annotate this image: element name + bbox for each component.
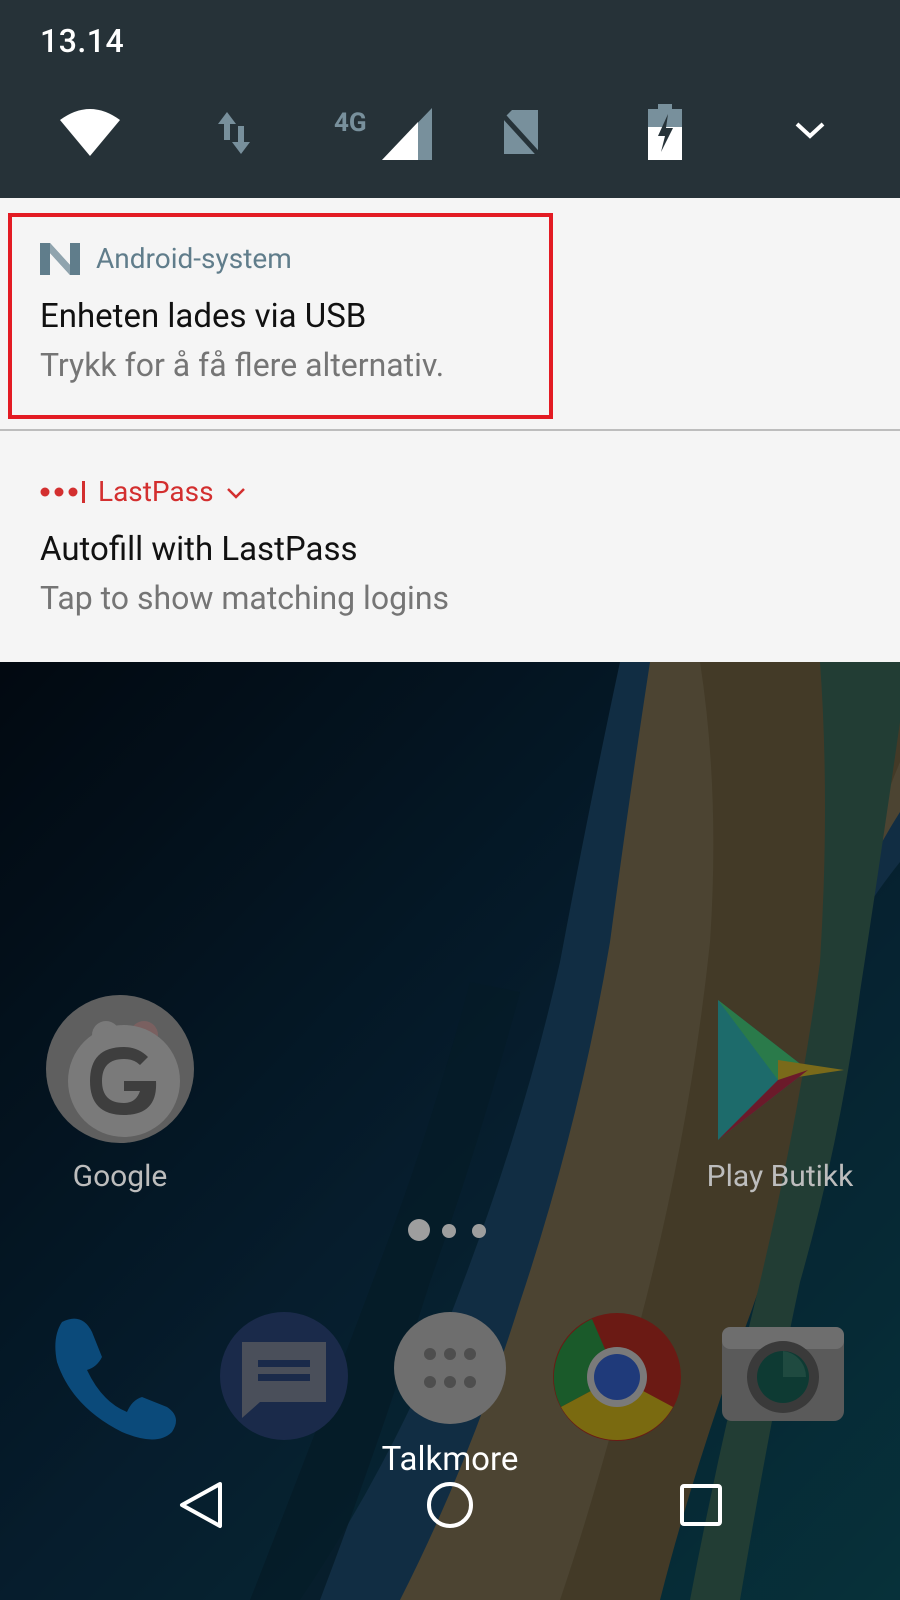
dock-label-talkmore: Talkmore (381, 1440, 519, 1479)
chrome-icon[interactable] (552, 1312, 682, 1442)
battery-charging-icon[interactable] (648, 104, 682, 160)
back-icon[interactable] (178, 1480, 224, 1530)
app-drawer-icon[interactable] (394, 1312, 506, 1424)
no-sim-icon[interactable] (500, 110, 542, 158)
network-type-label: 4G (334, 108, 367, 138)
status-time: 13.14 (40, 22, 125, 60)
home-screen: Google Play Butikk Talkmore (0, 662, 900, 1600)
notification-header: LastPass (40, 475, 246, 508)
chevron-down-icon[interactable] (226, 487, 246, 501)
notification-app-name: LastPass (98, 475, 214, 508)
cell-signal-icon[interactable]: 4G (334, 108, 434, 160)
notification-text: Tap to show matching logins (40, 579, 449, 617)
data-arrows-icon[interactable] (214, 110, 254, 156)
camera-icon[interactable] (722, 1327, 844, 1421)
recents-icon[interactable] (680, 1484, 722, 1526)
lastpass-dots-icon (40, 480, 85, 503)
play-store-icon[interactable] (718, 1000, 844, 1140)
wifi-icon[interactable] (60, 108, 120, 156)
messages-icon[interactable] (220, 1312, 348, 1440)
phone-icon[interactable] (52, 1312, 182, 1442)
google-folder-icon[interactable] (46, 995, 194, 1143)
notification-title: Autofill with LastPass (40, 530, 358, 569)
app-label-google: Google (72, 1159, 168, 1194)
page-indicator-active (408, 1219, 430, 1241)
quick-settings-header: 13.14 4G (0, 0, 900, 198)
app-label-play-store: Play Butikk (706, 1159, 854, 1194)
page-indicator (442, 1224, 456, 1238)
highlight-box (8, 213, 553, 419)
expand-chevron-icon[interactable] (794, 120, 826, 142)
notification-lastpass[interactable]: LastPass Autofill with LastPass Tap to s… (0, 431, 900, 662)
home-icon[interactable] (425, 1480, 475, 1530)
page-indicator (472, 1224, 486, 1238)
